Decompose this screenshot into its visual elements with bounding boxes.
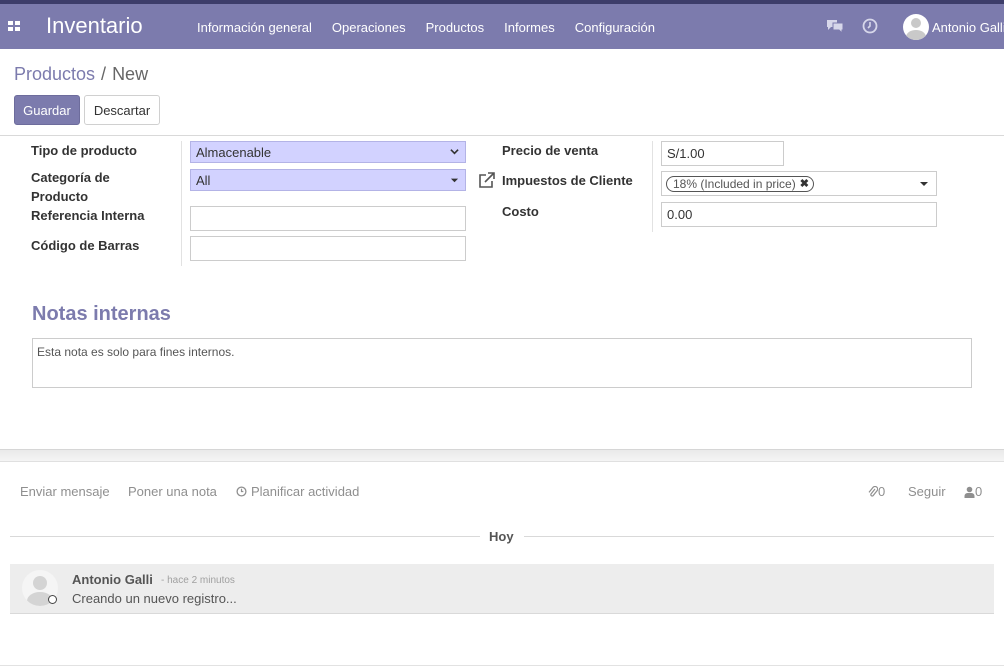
status-icon <box>48 595 57 604</box>
sheet-separator <box>0 449 1004 462</box>
chat-icon[interactable] <box>826 18 844 34</box>
left-group-divider <box>181 141 182 266</box>
menu-item-operations[interactable]: Operaciones <box>322 20 416 35</box>
internal-reference-label: Referencia Interna <box>31 208 145 223</box>
product-category-select[interactable]: All <box>190 169 466 191</box>
menu-item-configuration[interactable]: Configuración <box>565 20 665 35</box>
caret-down-icon[interactable] <box>920 182 928 186</box>
save-button[interactable]: Guardar <box>14 95 80 125</box>
external-link-icon[interactable] <box>477 171 497 189</box>
menu-item-overview[interactable]: Información general <box>187 20 322 35</box>
tax-tag: 18% (Included in price) ✖ <box>666 176 814 192</box>
product-category-label: Categoría de Producto <box>31 170 110 204</box>
menu-item-reports[interactable]: Informes <box>494 20 565 35</box>
date-separator-line <box>10 536 480 537</box>
product-type-label: Tipo de producto <box>31 143 137 158</box>
breadcrumb-current: New <box>112 64 149 84</box>
close-icon[interactable]: ✖ <box>800 177 809 191</box>
user-name[interactable]: Antonio Galli <box>932 20 1004 35</box>
customer-taxes-label: Impuestos de Cliente <box>502 173 633 188</box>
top-navbar: Inventario Información general Operacion… <box>0 0 1004 49</box>
cost-input[interactable]: 0.00 <box>661 202 937 227</box>
breadcrumb-separator: / <box>101 64 107 84</box>
product-type-value: Almacenable <box>196 145 272 160</box>
sale-price-label: Precio de venta <box>502 143 599 158</box>
clock-icon[interactable] <box>862 18 878 34</box>
bottom-divider <box>0 665 1004 666</box>
clock-icon <box>236 486 247 497</box>
customer-taxes-field[interactable]: 18% (Included in price) ✖ <box>661 171 937 196</box>
breadcrumb: Productos / New <box>14 64 148 85</box>
date-separator-line <box>524 536 994 537</box>
breadcrumb-parent[interactable]: Productos <box>14 64 95 84</box>
message-body: Creando un nuevo registro... <box>72 591 237 606</box>
right-group-divider <box>652 141 653 232</box>
schedule-activity-button[interactable]: Planificar actividad <box>236 484 359 499</box>
cost-label: Costo <box>502 204 539 219</box>
paperclip-icon <box>868 485 878 497</box>
barcode-label: Código de Barras <box>31 238 140 253</box>
sale-price-input[interactable]: S/1.00 <box>661 141 784 166</box>
log-note-button[interactable]: Poner una nota <box>128 484 217 499</box>
internal-reference-input[interactable] <box>190 206 466 231</box>
chevron-down-icon <box>450 149 459 155</box>
chatter-message: Antonio Galli - hace 2 minutos Creando u… <box>10 564 994 614</box>
followers-count: 0 <box>975 484 983 499</box>
main-menu: Información general Operaciones Producto… <box>187 20 665 35</box>
caret-down-icon <box>450 178 459 183</box>
message-date: - hace 2 minutos <box>161 575 235 586</box>
followers-button[interactable]: 0 <box>964 484 982 499</box>
discard-button[interactable]: Descartar <box>84 95 160 125</box>
apps-icon[interactable] <box>8 21 20 31</box>
attachments-count: 0 <box>878 484 886 499</box>
schedule-activity-label: Planificar actividad <box>251 484 360 499</box>
barcode-input[interactable] <box>190 236 466 261</box>
control-panel-divider <box>0 135 1004 136</box>
app-title[interactable]: Inventario <box>46 13 143 39</box>
tax-tag-label: 18% (Included in price) <box>673 177 796 191</box>
attachments-button[interactable]: 0 <box>868 484 885 499</box>
follow-button[interactable]: Seguir <box>908 484 946 499</box>
menu-item-products[interactable]: Productos <box>416 20 495 35</box>
product-type-select[interactable]: Almacenable <box>190 141 466 163</box>
user-icon <box>964 486 975 498</box>
message-author[interactable]: Antonio Galli <box>72 572 153 587</box>
product-category-value: All <box>196 173 211 188</box>
date-separator-label: Hoy <box>489 529 514 544</box>
user-avatar[interactable] <box>903 14 929 40</box>
send-message-button[interactable]: Enviar mensaje <box>20 484 110 499</box>
notes-title: Notas internas <box>32 303 171 325</box>
internal-notes-field[interactable]: Esta nota es solo para fines internos. <box>32 338 972 388</box>
